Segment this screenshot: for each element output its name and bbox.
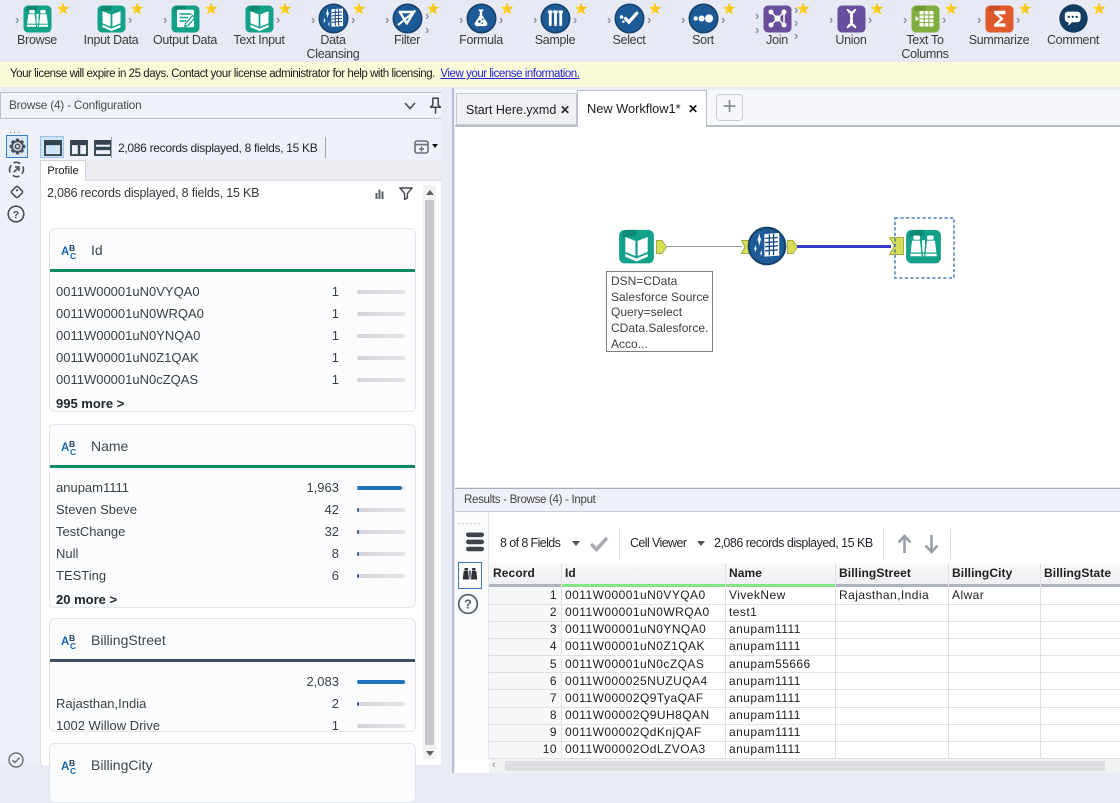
svg-text:C: C: [70, 766, 76, 775]
svg-text:?: ?: [13, 209, 19, 221]
svg-text:C: C: [70, 251, 76, 260]
svg-text:C: C: [70, 641, 76, 650]
svg-text:C: C: [70, 447, 76, 456]
svg-text:?: ?: [464, 598, 472, 612]
